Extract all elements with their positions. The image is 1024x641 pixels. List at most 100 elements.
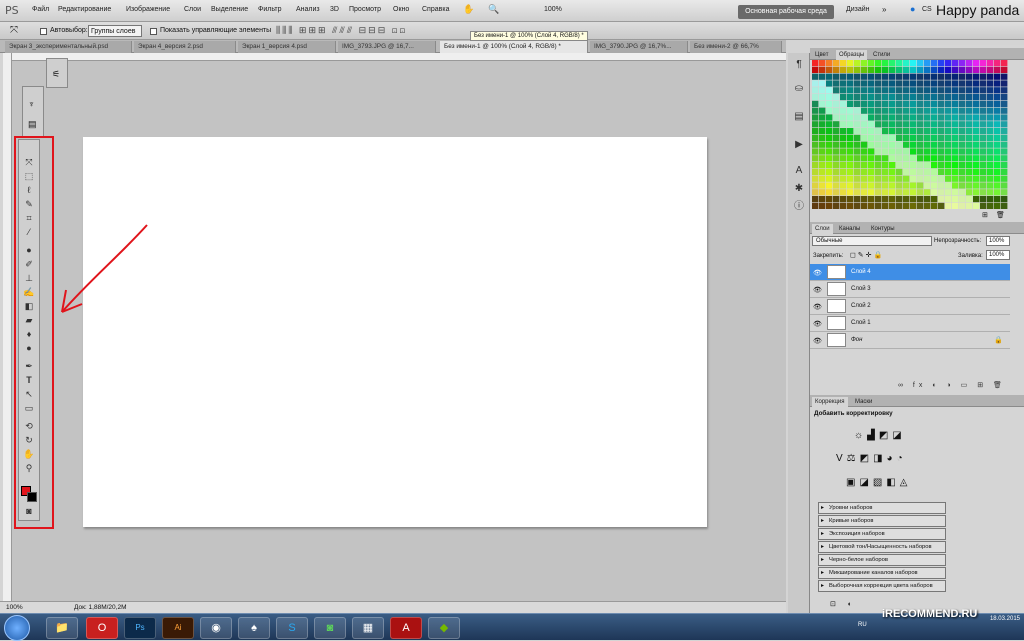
adjustment-icons-row-1[interactable]: ☼▟◩◪ [854,430,906,441]
align-icons[interactable]: ⫼⫼⫼ ⊞⊞⊞ ⫻⫻⫻ ⊟⊟⊟ ⊡⊡ [276,25,407,36]
character-icon[interactable]: A [791,163,807,179]
status-zoom[interactable]: 100% [6,604,23,611]
layer-name[interactable]: Слой 2 [851,303,871,309]
layer-name[interactable]: Слой 4 [851,269,871,275]
menu-view[interactable]: Просмотр [349,6,381,13]
app-icon[interactable]: ♠ [238,617,270,639]
tab-layers[interactable]: Слои [812,224,833,234]
visibility-eye-icon[interactable]: 👁 [813,337,822,345]
utility-icon[interactable]: ◙ [314,617,346,639]
tab-doc-1[interactable]: Экран 3_экспериментальный.psd [5,41,132,53]
brush-preset-icon[interactable]: ♆ [28,99,35,109]
new-swatch-icon[interactable]: ⊞ [982,211,988,219]
tab-doc-active[interactable]: Без имени-1 @ 100% (Слой 4, RGB/8) * [440,41,588,53]
nvidia-icon[interactable]: ◆ [428,617,460,639]
layer-row[interactable]: 👁 Слой 4 [810,264,1010,281]
cs-live-label[interactable]: CS [922,6,932,13]
paragraph-icon[interactable]: ¶ [791,57,807,73]
ruler-vertical[interactable] [3,53,12,601]
layer-name[interactable]: Слой 3 [851,286,871,292]
actions-icon[interactable]: ▶ [791,137,807,153]
move-tool-icon[interactable]: ⤧ [10,25,18,36]
hand-icon[interactable]: ✋ [463,4,474,15]
opera-icon[interactable]: O [86,617,118,639]
tab-doc-7[interactable]: Без имени-2 @ 66,7% [690,41,782,53]
layer-row[interactable]: 👁 Слой 2 [810,298,1010,315]
start-button[interactable] [4,615,30,641]
autoselect-select[interactable]: Группы слоев [88,25,142,37]
chrome-icon[interactable]: ◉ [200,617,232,639]
menu-help[interactable]: Справка [422,6,449,13]
visibility-eye-icon[interactable]: 👁 [813,286,822,294]
document-canvas[interactable] [83,137,707,527]
acrobat-icon[interactable]: A [390,617,422,639]
cs-live-icon[interactable]: ● [910,4,915,14]
menu-filter[interactable]: Фильтр [258,6,282,13]
preset-black-white[interactable]: Черно-белое наборов [818,554,946,566]
tab-styles[interactable]: Стили [870,50,893,60]
swatch-grid[interactable] [812,60,1008,210]
paint-bucket-icon[interactable]: ⛀ [791,81,807,97]
preset-selective-color[interactable]: Выборочная коррекция цвета наборов [818,580,946,592]
layer-actions-icons[interactable]: ∞ fx ◐ ◑ ▭ ⊞ 🗑 [898,381,1006,389]
menu-image[interactable]: Изображение [126,6,170,13]
visibility-eye-icon[interactable]: 👁 [813,269,822,277]
adjustment-icons-row-2[interactable]: V⚖◩◨◕◔ [836,453,907,464]
info-icon[interactable]: ⓘ [791,199,807,215]
blend-mode-select[interactable]: Обычные [812,236,932,246]
delete-swatch-icon[interactable]: 🗑 [996,211,1005,219]
tab-channels[interactable]: Каналы [836,224,863,234]
status-doc-size[interactable]: Док: 1,88M/20,2M [74,604,126,611]
tab-doc-6[interactable]: IMG_3790.JPG @ 16,7%... [590,41,688,53]
sliders-icon[interactable]: ⚟ [52,69,60,80]
visibility-eye-icon[interactable]: 👁 [813,320,822,328]
preset-curves[interactable]: Кривые наборов [818,515,946,527]
layer-name[interactable]: Слой 1 [851,320,871,326]
navigator-icon[interactable]: ✱ [791,181,807,197]
menu-layers[interactable]: Слои [184,6,201,13]
menu-analysis[interactable]: Анализ [296,6,320,13]
layer-row[interactable]: 👁 Слой 3 [810,281,1010,298]
adjustment-footer-icons[interactable]: ⊡ ◐ [830,600,857,608]
histogram-icon[interactable]: ▤ [791,109,807,125]
language-indicator[interactable]: RU [858,622,867,628]
fill-input[interactable]: 100% [986,250,1010,260]
zoom-level[interactable]: 100% [544,6,562,13]
illustrator-icon[interactable]: Ai [162,617,194,639]
workspace-essentials-button[interactable]: Основная рабочая среда [738,5,834,19]
tab-adjustments[interactable]: Коррекция [812,397,848,407]
explorer-icon[interactable]: 📁 [46,617,78,639]
viewer-icon[interactable]: ▦ [352,617,384,639]
menu-window[interactable]: Окно [393,6,409,13]
tab-color[interactable]: Цвет [812,50,831,60]
tab-paths[interactable]: Контуры [868,224,898,234]
tab-masks[interactable]: Маски [852,397,875,407]
workspace-chevron-icon[interactable]: » [882,5,886,14]
adjustment-icons-row-3[interactable]: ▣◪▧◧◬ [846,477,911,488]
photoshop-taskbar-icon[interactable]: Ps [124,617,156,639]
workspace-design-button[interactable]: Дизайн [846,6,870,13]
autoselect-checkbox[interactable] [40,28,47,35]
layer-row[interactable]: 👁 Фон 🔒 [810,332,1010,349]
tab-doc-2[interactable]: Экран 4_версия 2.psd [134,41,236,53]
show-controls-checkbox[interactable] [150,28,157,35]
layer-name[interactable]: Фон [851,337,862,343]
opacity-input[interactable]: 100% [986,236,1010,246]
ruler-horizontal[interactable] [12,53,786,61]
clone-source-icon[interactable]: ▤ [28,119,37,130]
tab-doc-3[interactable]: Экран 1_версия 4.psd [238,41,336,53]
visibility-eye-icon[interactable]: 👁 [813,303,822,311]
menu-file[interactable]: Файл [32,6,49,13]
tab-swatches[interactable]: Образцы [836,50,868,60]
zoom-icon[interactable]: 🔍 [488,4,499,15]
skype-icon[interactable]: S [276,617,308,639]
layer-row[interactable]: 👁 Слой 1 [810,315,1010,332]
menu-edit[interactable]: Редактирование [58,6,111,13]
lock-icons[interactable]: ◻✎✛🔒 [850,251,884,259]
preset-levels[interactable]: Уровни наборов [818,502,946,514]
preset-exposure[interactable]: Экспозиция наборов [818,528,946,540]
clock-date[interactable]: 18.03.2015 [940,616,1020,622]
preset-hue-saturation[interactable]: Цветовой тон/Насыщенность наборов [818,541,946,553]
preset-channel-mixer[interactable]: Микширование каналов наборов [818,567,946,579]
menu-select[interactable]: Выделение [211,6,248,13]
